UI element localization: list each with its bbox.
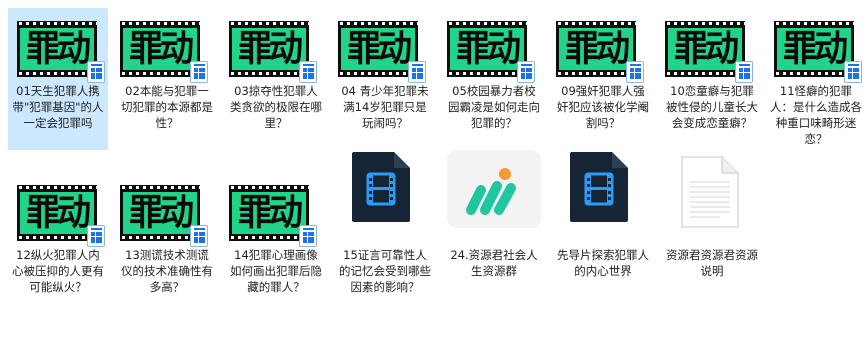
- file-label: 13测谎技术测谎仪的技术准确性有多高？: [121, 248, 213, 294]
- text-document-icon: [681, 156, 739, 228]
- file-item-10[interactable]: 罪动 10恋童癖与犯罪被性侵的儿童长大会变成恋童癖？: [662, 8, 762, 150]
- video-badge-icon: [299, 225, 317, 247]
- file-item-readme[interactable]: 资源君资源君资源说明: [662, 150, 762, 314]
- video-thumbnail-icon: 罪动: [120, 21, 208, 83]
- file-label: 12纵火犯罪人内心被压抑的人更有可能纵火？: [12, 248, 104, 294]
- video-thumbnail-icon: 罪动: [17, 21, 105, 83]
- video-badge-icon: [626, 61, 644, 83]
- file-label: 02本能与犯罪一切犯罪的本源都是性？: [121, 84, 213, 130]
- video-badge-icon: [844, 61, 862, 83]
- file-item-04[interactable]: 罪动 04 青少年犯罪未满14岁犯罪只是玩闹吗？: [335, 8, 435, 150]
- video-badge-icon: [190, 61, 208, 83]
- file-label: 03掠夺性犯罪人类贪欲的极限在哪里？: [230, 84, 322, 130]
- file-grid: 罪动 01天生犯罪人携带"犯罪基因"的人一定会犯罪吗 罪动 02本能与犯罪一切犯…: [0, 0, 866, 358]
- file-item-03[interactable]: 罪动 03掠夺性犯罪人类贪欲的极限在哪里？: [226, 8, 326, 150]
- file-item-13[interactable]: 罪动 13测谎技术测谎仪的技术准确性有多高？: [117, 172, 217, 314]
- file-item-12[interactable]: 罪动 12纵火犯罪人内心被压抑的人更有可能纵火？: [8, 172, 108, 314]
- file-label: 01天生犯罪人携带"犯罪基因"的人一定会犯罪吗: [12, 84, 104, 130]
- file-label: 11怪癖的犯罪人：是什么造成各种重口味畸形迷恋？: [770, 84, 862, 146]
- video-thumbnail-icon: 罪动: [229, 21, 317, 83]
- video-thumbnail-icon: 罪动: [338, 21, 426, 83]
- file-item-05[interactable]: 罪动 05校园暴力者校园霸凌是如何走向犯罪的？: [444, 8, 544, 150]
- video-thumbnail-icon: 罪动: [556, 21, 644, 83]
- file-label: 资源君资源君资源说明: [666, 248, 758, 278]
- file-label: 15证言可靠性人的记忆会受到哪些因素的影响？: [339, 248, 431, 294]
- file-item-02[interactable]: 罪动 02本能与犯罪一切犯罪的本源都是性？: [117, 8, 217, 150]
- file-item-11[interactable]: 罪动 11怪癖的犯罪人：是什么造成各种重口味畸形迷恋？: [766, 8, 866, 150]
- video-thumbnail-icon: 罪动: [774, 21, 862, 83]
- file-item-01[interactable]: 罪动 01天生犯罪人携带"犯罪基因"的人一定会犯罪吗: [8, 8, 108, 150]
- video-thumbnail-icon: 罪动: [665, 21, 753, 83]
- file-label: 14犯罪心理画像如何画出犯罪后隐藏的罪人？: [230, 248, 322, 294]
- file-label: 24.资源君社会人生资源群: [450, 248, 538, 278]
- video-thumbnail-icon: 罪动: [447, 21, 535, 83]
- video-badge-icon: [408, 61, 426, 83]
- file-label: 04 青少年犯罪未满14岁犯罪只是玩闹吗？: [341, 84, 429, 130]
- file-label: 05校园暴力者校园霸凌是如何走向犯罪的？: [448, 84, 540, 130]
- app-logo-icon: [447, 150, 541, 228]
- file-item-09[interactable]: 罪动 09强奸犯罪人强奸犯应该被化学阉割吗？: [553, 8, 653, 150]
- video-file-icon: [352, 152, 410, 222]
- video-badge-icon: [190, 225, 208, 247]
- file-item-14[interactable]: 罪动 14犯罪心理画像如何画出犯罪后隐藏的罪人？: [226, 172, 326, 314]
- file-label: 先导片探索犯罪人的内心世界: [557, 248, 649, 278]
- file-item-24[interactable]: 24.资源君社会人生资源群: [444, 150, 544, 314]
- file-item-preview[interactable]: 先导片探索犯罪人的内心世界: [553, 150, 653, 314]
- video-badge-icon: [87, 225, 105, 247]
- video-badge-icon: [87, 61, 105, 83]
- video-badge-icon: [299, 61, 317, 83]
- video-badge-icon: [735, 61, 753, 83]
- video-thumbnail-icon: 罪动: [229, 185, 317, 247]
- video-thumbnail-icon: 罪动: [17, 185, 105, 247]
- file-label: 10恋童癖与犯罪被性侵的儿童长大会变成恋童癖？: [666, 84, 758, 130]
- video-badge-icon: [517, 61, 535, 83]
- file-label: 09强奸犯罪人强奸犯应该被化学阉割吗？: [557, 84, 649, 130]
- file-item-15[interactable]: 15证言可靠性人的记忆会受到哪些因素的影响？: [335, 150, 435, 314]
- video-thumbnail-icon: 罪动: [120, 185, 208, 247]
- video-file-icon: [570, 152, 628, 222]
